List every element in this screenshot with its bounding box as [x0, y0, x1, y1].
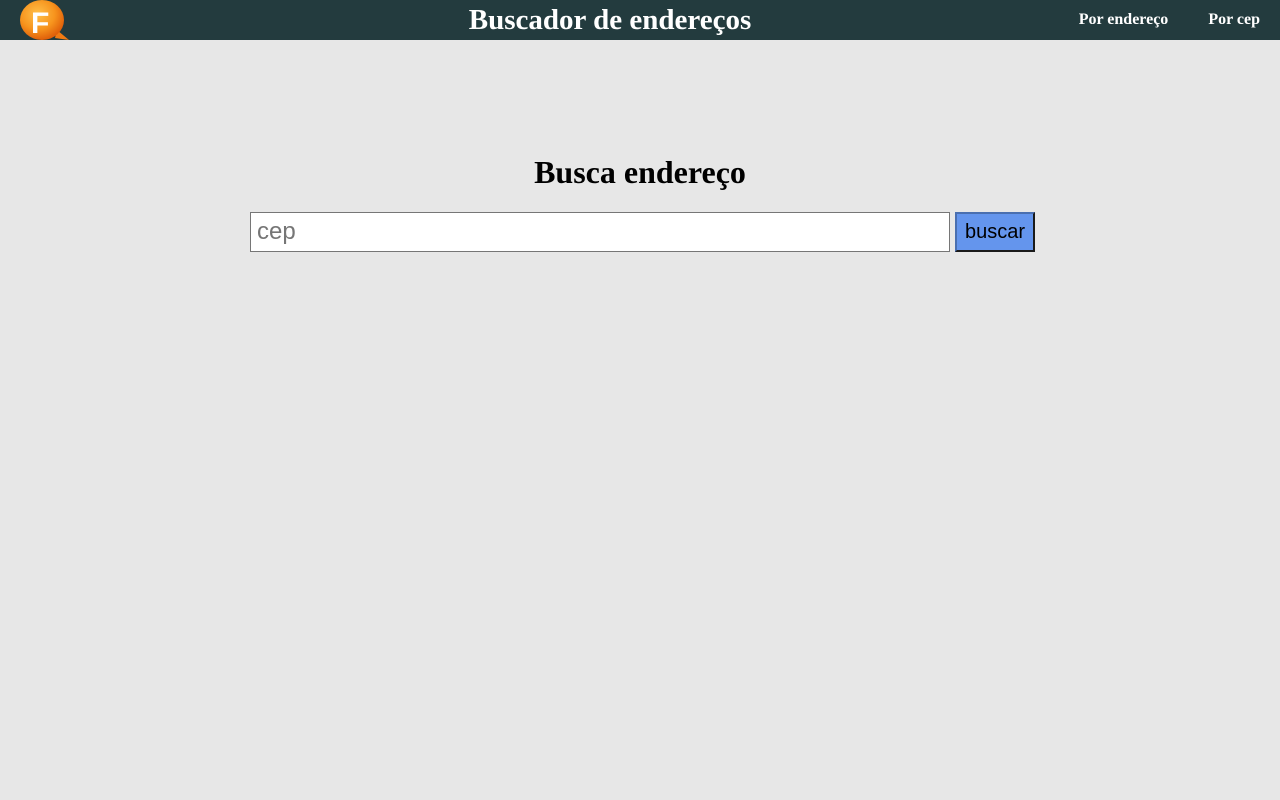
top-navigation-bar: F Buscador de endereços Por endereço Por…: [0, 0, 1280, 40]
search-button[interactable]: buscar: [955, 212, 1035, 252]
header-nav: Por endereço Por cep: [1039, 0, 1260, 40]
nav-link-por-endereco[interactable]: Por endereço: [1079, 11, 1169, 29]
app-title: Buscador de endereços: [468, 4, 752, 36]
cep-search-input[interactable]: [250, 212, 950, 252]
page-title: Busca endereço: [534, 154, 746, 190]
nav-link-por-cep[interactable]: Por cep: [1208, 11, 1260, 29]
